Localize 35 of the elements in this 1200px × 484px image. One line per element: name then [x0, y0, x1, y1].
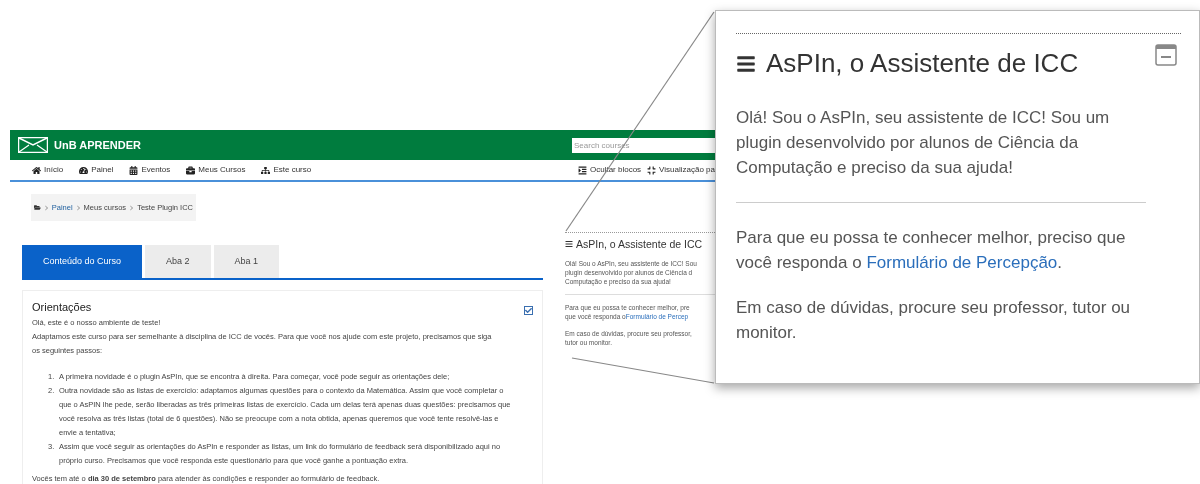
calendar-icon [129, 165, 139, 175]
compress-icon [647, 165, 657, 175]
nav-link[interactable]: Este curso [261, 164, 312, 176]
block-text: Olá! Sou o AsPIn, seu assistente de ICC! Sou um plugin desenvolvido por alunos de Ciência da Computação e preciso da sua ajuda! [736, 107, 1111, 179]
block-title: AsPIn, o Assistente de ICC [576, 237, 703, 251]
site-name: UnB APRENDER [54, 137, 141, 153]
form-link[interactable]: Formulário de Percepção [866, 253, 1058, 272]
nav-link[interactable]: Painel [79, 164, 114, 176]
chevron-icon [76, 204, 80, 211]
section-title: Orientações [32, 300, 92, 315]
gauge-icon [79, 165, 89, 175]
check-icon [525, 307, 532, 314]
course-tab[interactable]: Aba 1 [213, 245, 280, 278]
menu-icon [565, 240, 573, 248]
home-icon [32, 165, 41, 175]
briefcase-icon [186, 165, 196, 175]
chevron-icon [130, 204, 134, 211]
menu-icon [736, 53, 756, 74]
nav-link[interactable]: Meus Cursos [186, 164, 246, 176]
completion-checkbox[interactable] [524, 306, 533, 315]
sitemap-icon [261, 165, 271, 175]
collapse-icon[interactable] [1155, 44, 1177, 66]
block-text: Para que eu possa te conhecer melhor, preciso que você responda o Formulário de Percepção. [736, 202, 1146, 275]
course-tab[interactable]: Aba 2 [145, 245, 211, 278]
block-title: AsPIn, o Assistente de ICC [766, 47, 1079, 80]
nav-link[interactable]: Ocultar blocos [577, 164, 642, 176]
nav-link[interactable]: Visualização pa [647, 164, 715, 176]
nav-link[interactable]: Início [32, 164, 64, 176]
course-tab[interactable]: Conteúdo do Curso [22, 245, 143, 278]
logo-icon [18, 137, 48, 153]
folder-icon [34, 203, 41, 212]
block-text: Em caso de dúvidas, procure seu professor, tutor ou monitor. [736, 297, 1132, 344]
indent-icon [577, 165, 587, 175]
nav-link[interactable]: Eventos [129, 164, 171, 176]
chevron-icon [44, 204, 48, 211]
